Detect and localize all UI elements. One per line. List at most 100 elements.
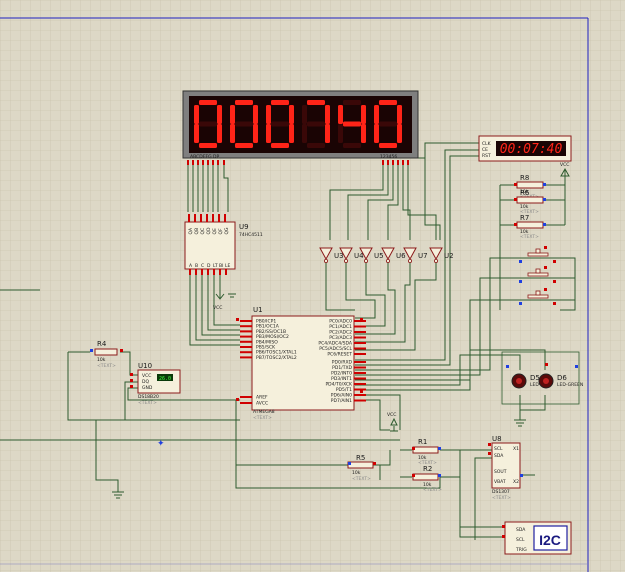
u8-pin-scl: SCL [494, 446, 503, 452]
resistor-ref: R6 [520, 189, 530, 197]
segment-b [253, 105, 258, 124]
segment-c [253, 124, 258, 143]
segment-c [325, 124, 330, 143]
segment-a [343, 100, 361, 105]
u1-pin-right [354, 325, 366, 328]
u9-pin-label: D [207, 263, 211, 269]
u1-pin-left [240, 402, 252, 404]
display-pin [392, 160, 394, 165]
u1-pin-label: PC5/ADC5/SCL [319, 346, 352, 352]
i2c-pin-sda: SDA [516, 527, 526, 533]
u9-pin-bottom [219, 269, 221, 275]
segment-f [338, 105, 343, 124]
u1-pin-right [354, 361, 366, 363]
u1-pin-left [240, 351, 252, 354]
segment-f [194, 105, 199, 124]
display-pin [397, 160, 399, 165]
i2c-pin-trig: TRIG [515, 547, 527, 553]
r1-ref: R1 [418, 438, 427, 446]
display-pin [212, 160, 214, 165]
segment-a [379, 100, 397, 105]
u8-pin-x2: X2 [513, 479, 519, 485]
u1-ref: U1 [253, 306, 263, 314]
u1-pin-label: PB0/ICP1 [256, 319, 276, 325]
pin-marker [348, 462, 351, 465]
u9-pin-top [200, 214, 202, 222]
u1-pin-left [240, 330, 252, 333]
display-pin [387, 160, 389, 165]
r4-text: <TEXT> [97, 363, 116, 369]
pin-marker [130, 385, 133, 388]
rtc-display-module[interactable]: 00:07:40 CLK CE RST [478, 135, 572, 162]
seven-segment-display[interactable]: ABCDEFG DP 123456 [182, 90, 419, 160]
pin-marker [514, 198, 517, 201]
pin-marker [488, 443, 491, 446]
u9-pin-label: LE [225, 263, 231, 269]
u10-text: <TEXT> [138, 400, 157, 406]
segment-e [338, 124, 343, 143]
u10-pin-gnd: GND [142, 385, 153, 391]
segment-d [307, 143, 325, 148]
segment-e [266, 124, 271, 143]
u1-microcontroller[interactable]: U1 ATMEGA8 <TEXT> PB0/ICP1PB1/OC1APB2/SS… [240, 306, 366, 421]
display-pin [382, 160, 384, 165]
u10-reading: 26.0 [159, 376, 171, 382]
u1-pin-label: PC3/ADC3 [329, 335, 352, 341]
segment-a [271, 100, 289, 105]
pin-marker [520, 474, 523, 477]
schematic-canvas[interactable]: ABCDEFG DP 123456 00:07:40 CLK CE RST U9… [0, 0, 625, 572]
u1-pin-label: PD7/AIN1 [331, 398, 352, 404]
u1-pin-left [240, 396, 252, 398]
u1-pin-left [240, 325, 252, 328]
u1-pin-label: PC1/ADC1 [329, 324, 352, 330]
pin-marker [514, 183, 517, 186]
display-pin [407, 160, 409, 165]
pin-marker [130, 379, 133, 382]
segment-g [199, 121, 217, 127]
u1-pin-left [240, 346, 252, 348]
display-pin [192, 160, 194, 165]
u1-pin-left [240, 335, 252, 338]
pin-marker [502, 535, 505, 538]
u1-pin-label: AVCC [256, 401, 268, 407]
u1-pin-right [354, 347, 366, 350]
segment-e [194, 124, 199, 143]
u9-pin-label: QG [224, 227, 230, 235]
r5-value: 10k [352, 470, 361, 476]
u9-pin-top [212, 214, 214, 222]
inverter-ref: U5 [374, 252, 384, 260]
u1-pin-label: PC0/ADC0 [329, 319, 352, 325]
segment-e [374, 124, 379, 143]
resistor-ref: R7 [520, 214, 529, 222]
pin-marker [506, 365, 509, 368]
resistor-text: <TEXT> [520, 234, 539, 240]
u1-pin-label: PD2/INT0 [331, 371, 352, 377]
u1-pin-label: PD3/INT1 [331, 376, 352, 382]
r5-text: <TEXT> [352, 476, 371, 482]
pin-marker [543, 223, 546, 226]
u9-pin-label: BI [219, 263, 223, 269]
pin-marker [412, 474, 415, 477]
u9-pin-top [188, 214, 190, 222]
u1-pin-label: PC4/ADC4/SDA [318, 341, 353, 347]
u1-pin-label: PB6/TOSC1/XTAL1 [256, 350, 297, 356]
u1-pin-label: PB1/OC1A [256, 324, 280, 330]
segment-g [307, 121, 325, 127]
segment-d [379, 143, 397, 148]
r2-ref: R2 [423, 465, 432, 473]
segment-f [230, 105, 235, 124]
u9-pin-bottom [213, 269, 215, 275]
u1-pin-left [240, 340, 252, 343]
u9-pin-bottom [225, 269, 227, 275]
r4-value: 10k [97, 357, 106, 363]
segment-b [325, 105, 330, 124]
rtc-pin-rst: RST [482, 153, 491, 159]
pin-marker [514, 223, 517, 226]
segment-b [361, 105, 366, 124]
pin-marker [236, 318, 239, 321]
u9-pin-bottom [207, 269, 209, 275]
u1-pin-left [240, 356, 252, 359]
i2c-debugger[interactable]: I2C SDA SCL TRIG [504, 521, 572, 555]
segment-c [217, 124, 222, 143]
u10-ref: U10 [138, 362, 152, 370]
